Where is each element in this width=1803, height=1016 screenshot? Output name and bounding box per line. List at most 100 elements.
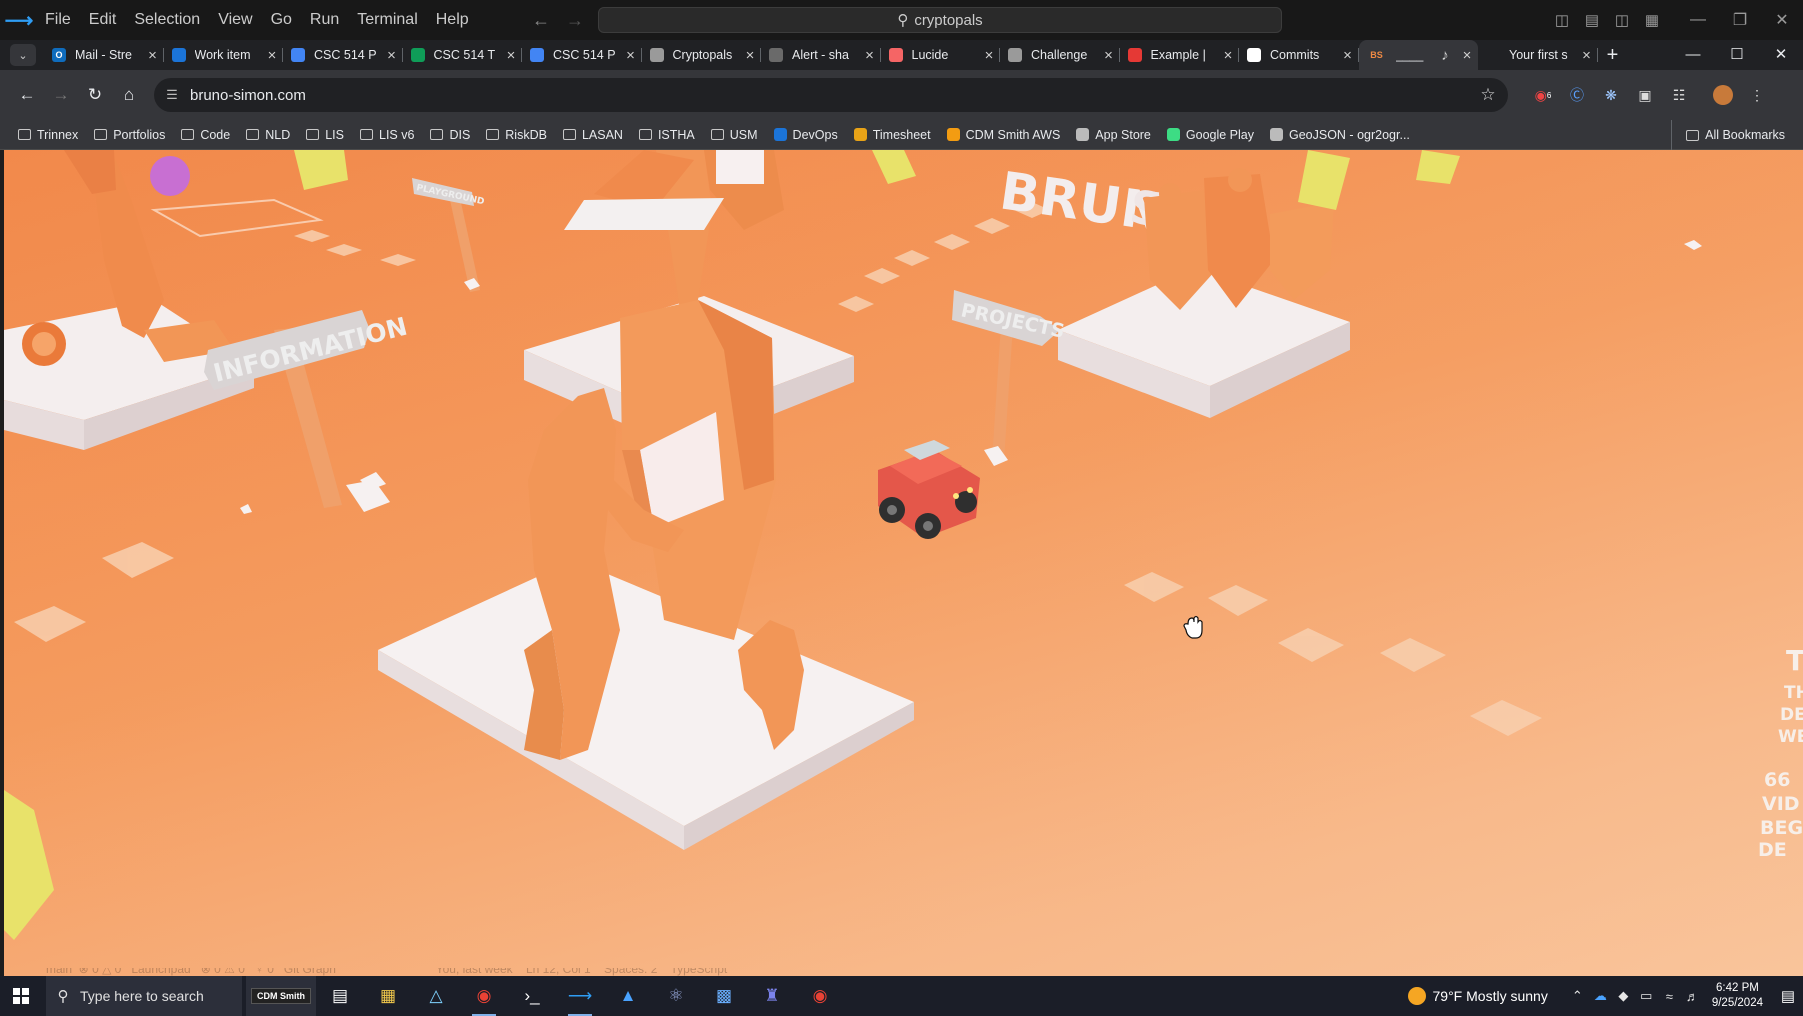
minimize-icon[interactable]: — — [1671, 40, 1715, 70]
wifi-icon[interactable]: ≈ — [1658, 989, 1681, 1004]
browser-tab[interactable]: Example | × — [1120, 40, 1239, 70]
browser-tab[interactable]: CSC 514 T × — [403, 40, 522, 70]
bookmark-item[interactable]: GeoJSON - ogr2ogr... — [1270, 128, 1410, 142]
task-view-icon[interactable]: ▤ — [316, 976, 364, 1016]
bookmark-item[interactable]: RiskDB — [486, 128, 547, 142]
taskbar-search-box[interactable]: ⚲ Type here to search — [46, 976, 242, 1016]
chrome-alt-taskbar-icon[interactable]: ◉ — [796, 976, 844, 1016]
browser-tab[interactable]: Lucide × — [881, 40, 1000, 70]
volume-icon[interactable]: ♬ — [1681, 989, 1704, 1004]
new-tab-button[interactable]: + — [1598, 44, 1628, 67]
menu-help[interactable]: Help — [427, 0, 478, 40]
tab-close-icon[interactable]: × — [1576, 47, 1598, 64]
tab-close-icon[interactable]: × — [1337, 47, 1359, 64]
notes-app-icon[interactable]: △ — [412, 976, 460, 1016]
menu-edit[interactable]: Edit — [80, 0, 126, 40]
extension-camera-icon[interactable]: ▣ — [1628, 83, 1662, 107]
bookmark-item[interactable]: Code — [181, 128, 230, 142]
chrome-taskbar-icon[interactable]: ◉ — [460, 976, 508, 1016]
taskbar-clock[interactable]: 6:42 PM 9/25/2024 — [1712, 981, 1763, 1011]
restore-icon[interactable]: ❐ — [1719, 10, 1761, 30]
bookmark-item[interactable]: DevOps — [773, 128, 838, 142]
menu-go[interactable]: Go — [262, 0, 301, 40]
menu-selection[interactable]: Selection — [125, 0, 209, 40]
toggle-secondary-sidebar-icon[interactable]: ◫ — [1607, 11, 1637, 29]
pgadmin-icon[interactable]: ⚛ — [652, 976, 700, 1016]
notifications-icon[interactable]: ▤ — [1773, 987, 1803, 1005]
browser-tab[interactable]: O Mail - Stre × — [44, 40, 164, 70]
tab-close-icon[interactable]: × — [381, 47, 403, 64]
extensions-puzzle-icon[interactable]: ☷ — [1662, 83, 1696, 107]
bookmark-item[interactable]: Portfolios — [94, 128, 165, 142]
menu-terminal[interactable]: Terminal — [348, 0, 426, 40]
site-info-icon[interactable]: ☰ — [154, 87, 190, 103]
network-app-icon[interactable]: ▩ — [700, 976, 748, 1016]
extension-c-icon[interactable]: Ⓒ — [1560, 83, 1594, 107]
all-bookmarks-button[interactable]: All Bookmarks — [1671, 120, 1803, 150]
browser-tab[interactable]: Your first s × — [1478, 40, 1598, 70]
bookmark-item[interactable]: LIS — [306, 128, 344, 142]
bookmark-item[interactable]: ISTHA — [638, 128, 695, 142]
tab-close-icon[interactable]: × — [1456, 47, 1478, 64]
reload-icon[interactable]: ↻ — [78, 85, 112, 105]
browser-tab[interactable]: Alert - sha × — [761, 40, 881, 70]
minimize-icon[interactable]: — — [1677, 11, 1719, 29]
bookmark-star-icon[interactable]: ☆ — [1468, 85, 1508, 105]
browser-tab[interactable]: CSC 514 P × — [522, 40, 642, 70]
azure-data-studio-icon[interactable]: ▲ — [604, 976, 652, 1016]
menu-file[interactable]: File — [36, 0, 80, 40]
terminal-taskbar-icon[interactable]: ›_ — [508, 976, 556, 1016]
onedrive-icon[interactable]: ☁ — [1589, 988, 1612, 1004]
tab-close-icon[interactable]: × — [739, 47, 761, 64]
tab-close-icon[interactable]: × — [1098, 47, 1120, 64]
bookmark-item[interactable]: DIS — [430, 128, 470, 142]
profile-avatar[interactable] — [1706, 83, 1740, 107]
bookmark-item[interactable]: Trinnex — [18, 128, 78, 142]
home-icon[interactable]: ⌂ — [112, 85, 146, 105]
start-button[interactable] — [0, 976, 42, 1016]
tab-close-icon[interactable]: × — [859, 47, 881, 64]
browser-tab[interactable]: Work item × — [164, 40, 283, 70]
customize-layout-icon[interactable]: ▦ — [1637, 11, 1667, 29]
browser-tab[interactable]: Cryptopals × — [642, 40, 761, 70]
webgl-scene-canvas[interactable]: INFORMATION PLAYGROUND BRUN PROJECTS T T… — [4, 150, 1803, 976]
back-icon[interactable]: ← — [10, 85, 44, 105]
menu-view[interactable]: View — [209, 0, 261, 40]
tab-search-dropdown-icon[interactable]: ⌄ — [10, 44, 36, 66]
tab-close-icon[interactable]: × — [142, 47, 164, 64]
tab-close-icon[interactable]: × — [261, 47, 283, 64]
browser-tab[interactable]: Commits × — [1239, 40, 1359, 70]
bookmark-item[interactable]: LIS v6 — [360, 128, 414, 142]
menu-run[interactable]: Run — [301, 0, 348, 40]
weather-widget[interactable]: 79°F Mostly sunny — [1407, 987, 1548, 1005]
arrow-left-icon[interactable]: ← — [532, 10, 550, 31]
tab-close-icon[interactable]: × — [500, 47, 522, 64]
arrow-right-icon[interactable]: → — [566, 10, 584, 31]
bookmark-item[interactable]: App Store — [1076, 128, 1151, 142]
browser-tab[interactable]: BS ____ ♪ × — [1358, 40, 1478, 70]
tab-audio-icon[interactable]: ♪ — [1434, 47, 1456, 64]
extension-badge-icon[interactable]: ◉ 6 — [1526, 83, 1560, 107]
close-icon[interactable]: ✕ — [1759, 40, 1803, 70]
cdm-smith-app[interactable]: CDM Smith — [246, 976, 316, 1016]
toggle-primary-sidebar-icon[interactable]: ◫ — [1547, 11, 1577, 29]
toggle-panel-icon[interactable]: ▤ — [1577, 11, 1607, 29]
bookmark-item[interactable]: USM — [710, 128, 758, 142]
address-bar[interactable]: ☰ bruno-simon.com ☆ — [154, 78, 1508, 112]
microphone-icon[interactable]: ◆ — [1612, 988, 1635, 1004]
tab-close-icon[interactable]: × — [1217, 47, 1239, 64]
tab-close-icon[interactable]: × — [978, 47, 1000, 64]
bookmark-item[interactable]: CDM Smith AWS — [946, 128, 1060, 142]
bookmark-item[interactable]: LASAN — [562, 128, 623, 142]
vscode-command-center[interactable]: ⚲ cryptopals — [598, 7, 1282, 33]
bookmark-item[interactable]: NLD — [246, 128, 290, 142]
tab-close-icon[interactable]: × — [620, 47, 642, 64]
close-icon[interactable]: ✕ — [1761, 10, 1803, 30]
vscode-taskbar-icon[interactable]: ⟶ — [556, 976, 604, 1016]
browser-tab[interactable]: CSC 514 P × — [283, 40, 403, 70]
teams-icon[interactable]: ♜ — [748, 976, 796, 1016]
forward-icon[interactable]: → — [44, 85, 78, 105]
file-explorer-icon[interactable]: ▦ — [364, 976, 412, 1016]
more-menu-icon[interactable]: ⋮ — [1740, 83, 1774, 107]
bookmark-item[interactable]: Google Play — [1166, 128, 1254, 142]
